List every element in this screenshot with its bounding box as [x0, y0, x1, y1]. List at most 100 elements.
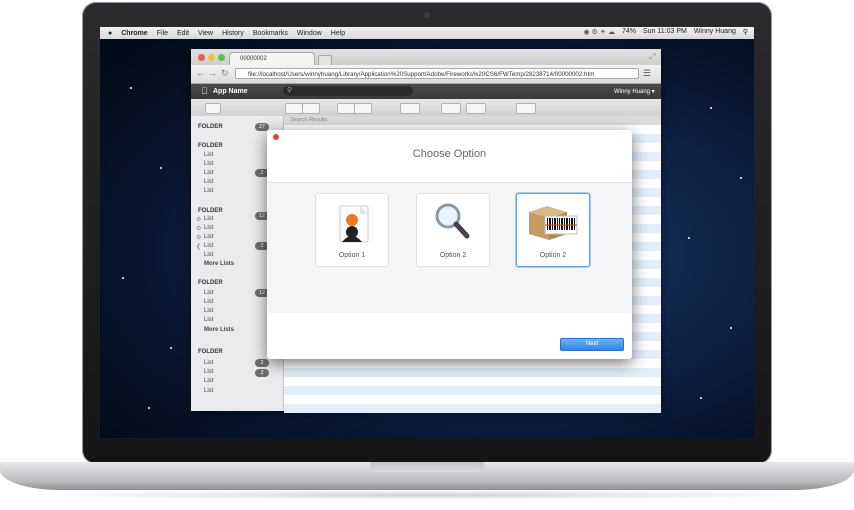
sidebar-item[interactable]: List: [204, 360, 213, 366]
apple-logo-icon: : [201, 86, 208, 96]
toolbar-button-4[interactable]: [354, 103, 372, 114]
sidebar-item[interactable]: List: [204, 317, 213, 323]
sidebar-folder[interactable]: FOLDER: [198, 349, 223, 355]
sidebar-item[interactable]: List: [204, 243, 213, 249]
star: [710, 107, 712, 109]
gear-icon: ⚙: [196, 217, 202, 223]
status-icons[interactable]: ◉ ⚙ ☀ ☁: [583, 28, 615, 36]
sidebar-folder[interactable]: FOLDER: [198, 208, 223, 214]
sidebar-folder[interactable]: FOLDER: [198, 143, 223, 149]
contact-card-icon: [339, 205, 369, 243]
star: [740, 177, 742, 179]
tab-strip: 00000002 ⤢: [191, 49, 661, 66]
star: [730, 327, 732, 329]
tab-title: 00000002: [240, 56, 267, 62]
fullscreen-icon[interactable]: ⤢: [649, 52, 655, 62]
search-results-label: Search Results: [290, 117, 328, 123]
toolbar-button-6[interactable]: [516, 103, 536, 114]
option-1-label: Option 1: [338, 252, 366, 259]
toolbar-button-1[interactable]: [285, 103, 303, 114]
camera-icon: [424, 12, 430, 18]
screen: ● Chrome File Edit View History Bookmark…: [100, 27, 754, 438]
gear-icon: ⚙: [196, 235, 202, 241]
toolbar-dropdown-2[interactable]: [466, 103, 486, 114]
menu-bookmarks[interactable]: Bookmarks: [253, 30, 288, 37]
sidebar-item[interactable]: List: [204, 179, 213, 185]
toolbar-dropdown-1[interactable]: [441, 103, 461, 114]
back-icon[interactable]: ←: [196, 68, 205, 79]
spotlight-icon[interactable]: ⚲: [743, 28, 748, 36]
url-text: file://localhost/Users/winnyhuang/Librar…: [248, 71, 595, 78]
sidebar-item[interactable]: List: [204, 308, 213, 314]
option-3-card[interactable]: Option 2: [516, 193, 590, 267]
sidebar-item[interactable]: List: [204, 170, 213, 176]
sidebar-item[interactable]: List: [204, 216, 213, 222]
zoom-window-icon[interactable]: [218, 54, 225, 61]
minimize-window-icon[interactable]: [208, 54, 215, 61]
battery-percent[interactable]: 74%: [622, 28, 636, 36]
app-search-input[interactable]: ⚲: [283, 86, 413, 96]
dialog-title: Choose Option: [412, 148, 487, 160]
sidebar-item[interactable]: List: [204, 378, 213, 384]
list-row[interactable]: [284, 359, 661, 368]
options-panel: Option 1 Option 2 Option 2: [267, 182, 632, 313]
more-lists-link[interactable]: More Lists: [204, 327, 234, 333]
menu-history[interactable]: History: [222, 30, 244, 37]
barcode-box-icon: [529, 206, 578, 240]
menu-file[interactable]: File: [157, 30, 168, 37]
app-header:  App Name ⚲ Winny Huang ▾: [191, 84, 661, 99]
sidebar-item[interactable]: List: [204, 234, 213, 240]
star: [148, 407, 150, 409]
menu-app-name[interactable]: Chrome: [121, 30, 147, 37]
sidebar-item[interactable]: List: [204, 290, 213, 296]
browser-toolbar: ← → ↻ file://localhost/Users/winnyhuang/…: [191, 65, 661, 84]
close-dialog-icon[interactable]: [273, 134, 279, 140]
list-row[interactable]: [284, 386, 661, 395]
user-name[interactable]: Winny Huang: [694, 28, 736, 36]
add-button[interactable]: [205, 103, 221, 114]
next-button[interactable]: Next: [560, 338, 624, 351]
clock[interactable]: Sun 11:03 PM: [643, 28, 687, 36]
user-menu[interactable]: Winny Huang ▾: [614, 88, 655, 95]
star: [130, 87, 132, 89]
sidebar-item[interactable]: List: [204, 299, 213, 305]
sidebar-item[interactable]: List: [204, 188, 213, 194]
list-row[interactable]: [284, 368, 661, 377]
sidebar-item[interactable]: List: [204, 152, 213, 158]
forward-icon[interactable]: →: [208, 68, 217, 79]
sidebar-folder[interactable]: FOLDER: [198, 280, 223, 286]
search-icon: ⚲: [287, 87, 293, 94]
list-row[interactable]: [284, 404, 661, 413]
sidebar-item[interactable]: List: [204, 369, 213, 375]
list-row[interactable]: [284, 395, 661, 404]
toolbar-button-3[interactable]: [337, 103, 355, 114]
star: [688, 237, 690, 239]
sidebar-item[interactable]: List: [204, 252, 213, 258]
sidebar-item[interactable]: List: [204, 161, 213, 167]
list-row[interactable]: [284, 377, 661, 386]
more-lists-link[interactable]: More Lists: [204, 261, 234, 267]
toolbar-button-5[interactable]: [400, 103, 420, 114]
menu-help[interactable]: Help: [331, 30, 345, 37]
menu-edit[interactable]: Edit: [177, 30, 189, 37]
url-bar[interactable]: file://localhost/Users/winnyhuang/Librar…: [235, 68, 639, 79]
sidebar-item[interactable]: List: [204, 225, 213, 231]
count-badge: 27: [255, 123, 269, 131]
option-1-card[interactable]: Option 1: [315, 193, 389, 267]
apple-icon[interactable]: ●: [108, 30, 112, 37]
browser-tab[interactable]: 00000002: [229, 52, 315, 65]
wrench-menu-icon[interactable]: ☰: [643, 68, 651, 79]
close-window-icon[interactable]: [198, 54, 205, 61]
option-2-label: Option 2: [439, 252, 467, 259]
laptop-shadow: [20, 490, 834, 500]
option-2-card[interactable]: Option 2: [416, 193, 490, 267]
sidebar-item[interactable]: List: [204, 388, 213, 394]
star: [160, 167, 162, 169]
menu-view[interactable]: View: [198, 30, 213, 37]
menu-window[interactable]: Window: [297, 30, 322, 37]
star: [122, 277, 124, 279]
sidebar-folder[interactable]: FOLDER: [198, 124, 223, 130]
reload-icon[interactable]: ↻: [221, 68, 229, 79]
count-badge: 2: [255, 359, 269, 367]
toolbar-button-2[interactable]: [302, 103, 320, 114]
